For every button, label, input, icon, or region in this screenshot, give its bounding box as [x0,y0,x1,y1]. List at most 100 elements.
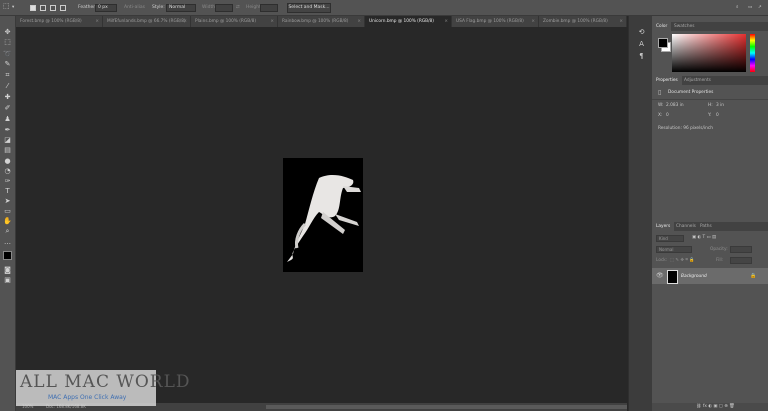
tab-layers[interactable]: Layers [652,222,675,231]
style-select[interactable]: Normal [166,4,196,12]
panel-dock: Color Swatches Properties Adjustments ▯ … [652,16,768,411]
gradient-tool-icon[interactable]: ▤ [3,146,12,155]
tab-adjustments[interactable]: Adjustments [680,76,715,85]
x-label: X: [658,113,663,118]
quick-select-tool-icon[interactable]: ✎ [3,60,12,69]
screen-mode-icon[interactable]: ▣ [3,276,12,285]
document-image[interactable] [283,158,363,272]
watermark-title: ALL MAC WORLD [20,372,191,392]
document-tabs: Forest.bmp @ 100% (RGB/8) × MilfEfunlands… [16,16,627,27]
hue-slider[interactable] [750,34,755,72]
fill-label: Fill: [716,258,724,263]
close-icon[interactable]: × [444,16,448,27]
tab-milfefunlands[interactable]: MilfEfunlands.bmp @ 66.7% (RGB/8) × [103,16,191,27]
width-input[interactable] [215,4,233,12]
tab-paths[interactable]: Paths [696,222,716,231]
crop-tool-icon[interactable]: ⌗ [3,71,12,80]
x-value[interactable]: 0 [666,113,669,118]
y-value[interactable]: 0 [716,113,719,118]
unicorn-image [287,174,361,262]
tool-preset-dropdown-icon[interactable]: ▾ [12,4,14,12]
path-selection-tool-icon[interactable]: ➤ [3,197,12,206]
layer-kind-filter[interactable]: Kind [656,235,684,242]
tab-zombie[interactable]: Zombie.bmp @ 100% (RGB/8) × [539,16,627,27]
paragraph-panel-icon[interactable]: ¶ [637,52,646,61]
more-tools-icon[interactable]: … [3,238,12,247]
watermark-tagline: MAC Apps One Click Away [48,394,127,401]
blur-tool-icon[interactable]: ● [3,157,12,166]
opacity-input[interactable] [730,246,752,253]
foreground-color-swatch[interactable] [658,38,668,48]
character-panel-icon[interactable]: A [637,40,646,49]
close-icon[interactable]: × [357,16,361,27]
lock-icon: 🔒 [750,273,757,279]
eye-icon[interactable]: 👁 [656,272,664,279]
tab-unicorn[interactable]: Unicorn.bmp @ 100% (RGB/8) × [365,16,452,27]
watermark-logo: ALL MAC WORLD MAC Apps One Click Away [16,370,189,406]
close-icon[interactable]: × [531,16,535,27]
width-value[interactable]: 2.083 in [666,103,684,108]
dodge-tool-icon[interactable]: ◔ [3,167,12,176]
search-icon[interactable]: ⌕ [736,4,739,12]
add-selection-icon[interactable] [40,5,46,11]
close-icon[interactable]: × [183,16,187,27]
layer-actions-icons[interactable]: ⛓ fx ◐ ▣ ▢ ⊕ 🗑 [696,404,735,409]
resolution-text: Resolution: 96 pixels/inch [658,126,713,131]
intersect-selection-icon[interactable] [60,5,66,11]
close-icon[interactable]: × [95,16,99,27]
feather-input[interactable]: 0 px [95,4,117,12]
blend-mode-select[interactable]: Normal [656,246,692,253]
swap-icon[interactable]: ⇄ [236,4,240,12]
zoom-tool-icon[interactable]: ⌕ [3,227,12,236]
fill-input[interactable] [730,257,752,264]
quick-mask-icon[interactable]: ◙ [3,266,12,275]
share-icon[interactable]: ↗ [758,4,762,12]
layer-name[interactable]: Background [681,274,707,279]
rectangle-tool-icon[interactable]: ▭ [3,207,12,216]
close-icon[interactable]: × [270,16,274,27]
tab-rainbow[interactable]: Rainbow.bmp @ 100% (RGB/8) × [278,16,365,27]
close-icon[interactable]: × [619,16,623,27]
style-label: Style: [152,5,165,10]
horizontal-scrollbar[interactable] [266,405,627,409]
select-and-mask-button[interactable]: Select and Mask... [287,3,331,13]
marquee-tool-icon[interactable]: ⬚ [3,2,10,10]
healing-brush-tool-icon[interactable]: ✚ [3,93,12,102]
eyedropper-tool-icon[interactable]: ⁄ [3,82,12,91]
tab-plains[interactable]: Plains.bmp @ 100% (RGB/8) × [191,16,278,27]
move-tool-icon[interactable]: ✥ [3,28,12,37]
marquee-tool-icon[interactable]: ⬚ [3,38,12,47]
layer-filter-icons[interactable]: ▣ ◐ T ▭ ▤ [692,235,716,240]
layer-row[interactable]: 👁 Background 🔒 [652,268,768,284]
tab-swatches[interactable]: Swatches [670,22,699,31]
height-value[interactable]: 3 in [716,103,724,108]
height-label: H: [708,103,713,108]
hand-tool-icon[interactable]: ✋ [3,217,12,226]
layer-thumbnail [667,270,678,284]
clone-stamp-tool-icon[interactable]: ♟ [3,115,12,124]
subtract-selection-icon[interactable] [50,5,56,11]
layers-panel-tabs: Layers Channels Paths [652,222,768,231]
antialias-checkbox[interactable]: Anti-alias [124,4,145,12]
type-tool-icon[interactable]: T [3,187,12,196]
new-selection-icon[interactable] [30,5,36,11]
tab-usa-flag[interactable]: USA Flag.bmp @ 100% (RGB/8) × [452,16,539,27]
tab-color[interactable]: Color [652,22,672,31]
width-label: W: [658,103,664,108]
lock-icons[interactable]: ⬚ ✎ ✥ ⌗ 🔒 [670,258,695,263]
pen-tool-icon[interactable]: ✑ [3,177,12,186]
lasso-tool-icon[interactable]: ➰ [3,50,12,59]
eraser-tool-icon[interactable]: ◪ [3,136,12,145]
lock-label: Lock: [656,258,668,263]
foreground-color-swatch[interactable] [3,251,12,260]
document-icon: ▯ [658,89,662,96]
brush-tool-icon[interactable]: ✐ [3,104,12,113]
color-picker-field[interactable] [672,34,746,72]
workspace-icon[interactable]: ▭ [748,4,752,12]
tab-forest[interactable]: Forest.bmp @ 100% (RGB/8) × [16,16,103,27]
history-brush-tool-icon[interactable]: ✒ [3,126,12,135]
tab-properties[interactable]: Properties [652,76,682,85]
height-input[interactable] [260,4,278,12]
history-panel-icon[interactable]: ⟲ [637,28,646,37]
color-panel-tabs: Color Swatches [652,22,768,31]
